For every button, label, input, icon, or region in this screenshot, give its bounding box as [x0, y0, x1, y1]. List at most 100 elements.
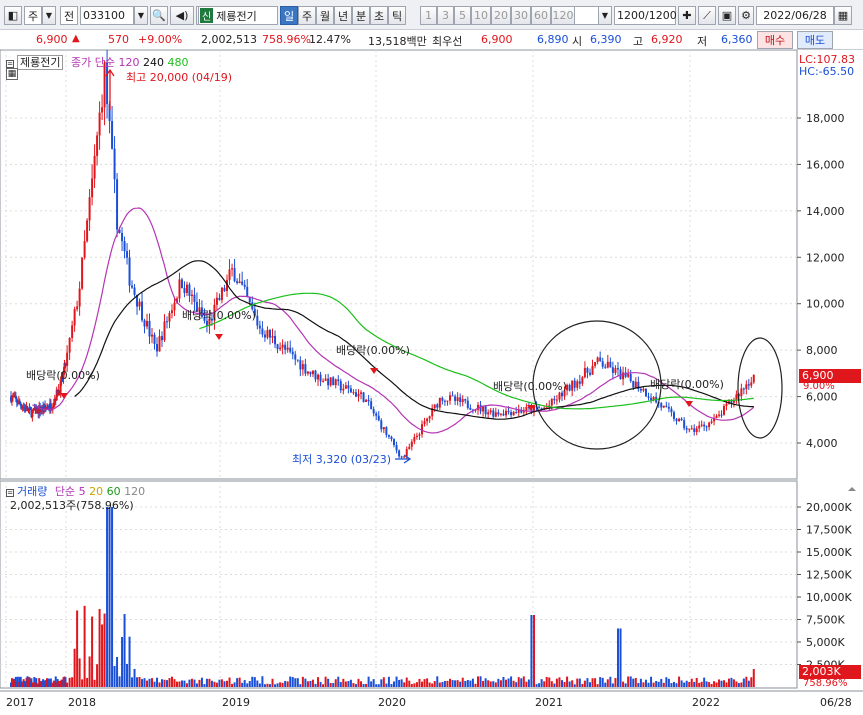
x-axis-label: 2017: [6, 696, 34, 709]
candle-body: [322, 380, 325, 382]
candle-body: [148, 320, 151, 337]
chart-area[interactable]: 4,000 6,000 8,000 10,000 12,000 14,000 16,000 1…: [0, 46, 863, 712]
volume-bar: [118, 676, 121, 687]
calendar-icon[interactable]: ▦: [834, 6, 852, 25]
volume-current-pct: 758.96%: [803, 678, 848, 689]
price-volume-chart[interactable]: 4,000 6,000 8,000 10,000 12,000 14,000 16,000 1…: [0, 46, 863, 712]
settings-gear-icon[interactable]: ⚙: [738, 6, 754, 25]
volume-bar: [158, 682, 161, 687]
stock-code-input[interactable]: 033100: [80, 6, 134, 25]
volume-bar: [433, 681, 436, 687]
volume-bar: [203, 684, 206, 687]
candle-body: [675, 418, 678, 422]
legend-toggle-icon[interactable]: =: [6, 60, 14, 68]
candle-body: [360, 392, 363, 394]
candle-body: [334, 379, 337, 386]
volume-bar: [188, 679, 191, 687]
volume-bar: [619, 628, 622, 687]
period-button[interactable]: 초: [370, 6, 388, 25]
search-icon[interactable]: 🔍: [150, 6, 168, 25]
type-select[interactable]: 전: [60, 6, 78, 25]
volume-bar: [522, 676, 525, 687]
volume-bar: [459, 681, 462, 687]
volume-bar: [200, 677, 203, 687]
period-button[interactable]: 일: [280, 6, 298, 25]
candle-body: [329, 377, 332, 386]
candle-body: [76, 306, 79, 310]
minute-button[interactable]: 3: [437, 6, 454, 25]
volume-bar: [393, 681, 396, 687]
current-price: 6,900: [36, 33, 68, 46]
volume-bar: [489, 681, 492, 687]
date-input[interactable]: 2022/06/28: [756, 6, 834, 25]
period-extra-dropdown-icon[interactable]: ▼: [598, 6, 612, 25]
candle-body: [667, 406, 670, 409]
volume-bar: [286, 681, 289, 687]
chart-layout-icon[interactable]: ◧: [4, 6, 22, 25]
candle-body: [752, 374, 755, 383]
volume-bar: [261, 676, 264, 687]
period-button[interactable]: 월: [316, 6, 334, 25]
volume-bar: [745, 676, 748, 687]
minute-button[interactable]: 120: [551, 6, 575, 25]
period-button[interactable]: 분: [352, 6, 370, 25]
candle-body: [324, 378, 327, 381]
candle-body: [347, 385, 350, 389]
volume-bar: [650, 676, 653, 687]
volume-bar: [670, 683, 673, 687]
volume-bar: [408, 680, 411, 687]
volume-bar: [639, 678, 642, 687]
volume-bar: [484, 678, 487, 687]
speaker-icon[interactable]: ◀): [170, 6, 194, 25]
minute-button[interactable]: 60: [531, 6, 551, 25]
crosshair-icon[interactable]: ✚: [678, 6, 696, 25]
candle-body: [632, 381, 635, 388]
candle-body: [276, 344, 279, 350]
volume-bar: [349, 679, 352, 687]
candle-body: [688, 428, 691, 430]
grid-toggle-icon[interactable]: ▦: [6, 68, 18, 80]
volume-bar: [185, 683, 188, 687]
candle-body: [98, 112, 101, 136]
candle-body: [311, 370, 314, 375]
volume-bar: [588, 682, 591, 687]
market-select[interactable]: 주: [24, 6, 42, 25]
period-button[interactable]: 년: [334, 6, 352, 25]
sell-button[interactable]: 매도: [797, 31, 833, 49]
line-tool-icon[interactable]: ⟋: [698, 6, 716, 25]
candle-body: [553, 398, 556, 401]
save-icon[interactable]: ▣: [718, 6, 736, 25]
price-axis-label: 4,000: [806, 437, 838, 450]
minute-button[interactable]: 20: [491, 6, 511, 25]
candle-body: [614, 368, 617, 373]
candle-body: [180, 279, 183, 289]
minute-button[interactable]: 30: [511, 6, 531, 25]
volume-legend-toggle-icon[interactable]: =: [6, 489, 14, 497]
count-input[interactable]: 1200/1200: [614, 6, 677, 25]
candle-body: [510, 412, 513, 416]
candle-body: [660, 403, 663, 408]
period-button[interactable]: 틱: [388, 6, 406, 25]
market-dropdown-icon[interactable]: ▼: [42, 6, 56, 25]
volume-bar: [289, 676, 292, 687]
minute-button[interactable]: 10: [471, 6, 491, 25]
volume-bar: [71, 677, 74, 687]
code-dropdown-icon[interactable]: ▼: [134, 6, 148, 25]
x-axis-label: 2022: [692, 696, 720, 709]
volume-bar: [512, 680, 515, 687]
minute-button[interactable]: 1: [420, 6, 437, 25]
candle-body: [647, 396, 650, 398]
buy-button[interactable]: 매수: [757, 31, 793, 49]
volume-bar: [560, 680, 563, 687]
candle-body: [233, 268, 236, 282]
volume-bar: [78, 658, 81, 687]
minute-button[interactable]: 5: [454, 6, 471, 25]
stock-name-box[interactable]: 신 제룡전기: [198, 6, 278, 25]
candle-body: [622, 372, 625, 380]
candle-body: [218, 297, 221, 301]
volume-bar: [131, 677, 134, 687]
volume-current-tag: 2,003K: [799, 665, 861, 679]
candle-body: [246, 286, 249, 298]
period-button[interactable]: 주: [298, 6, 316, 25]
volume-bar: [225, 680, 228, 687]
